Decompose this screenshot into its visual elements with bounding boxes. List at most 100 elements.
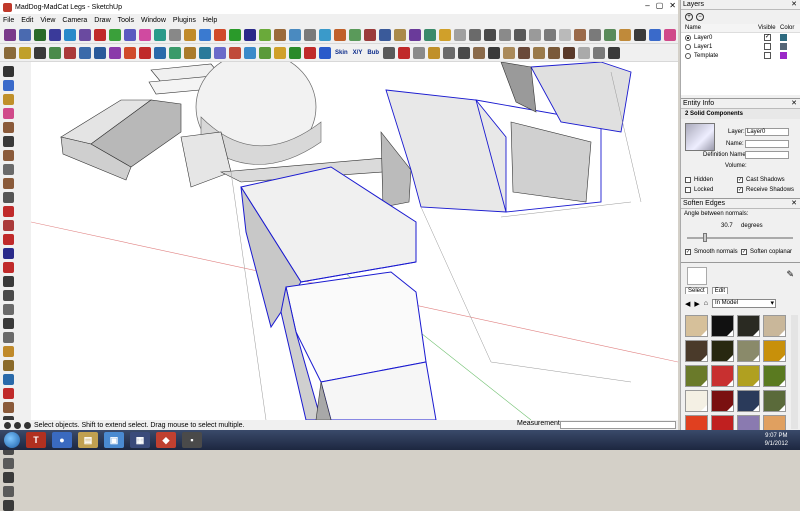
tools-on-surface-icon[interactable] [259, 46, 271, 59]
flowify-icon[interactable] [124, 46, 136, 59]
close-icon[interactable]: ✕ [669, 1, 676, 10]
taskbar-app-t[interactable]: T [26, 432, 46, 448]
calculator-icon[interactable]: ▦ [130, 432, 150, 448]
record-icon[interactable] [398, 46, 411, 59]
zoom-window-icon[interactable] [409, 28, 421, 41]
align-icon[interactable] [319, 46, 331, 59]
delete-layer-icon[interactable]: − [696, 13, 704, 21]
active-layer-radio[interactable] [685, 43, 691, 50]
circle-icon[interactable] [64, 28, 76, 41]
zoom-icon[interactable] [394, 28, 406, 41]
layer-row[interactable]: Template [681, 51, 800, 60]
cone-icon[interactable] [34, 46, 46, 59]
stretch-icon[interactable] [94, 46, 106, 59]
tape-tool-icon[interactable] [3, 290, 14, 301]
tape-icon[interactable] [199, 28, 211, 41]
protractor-icon[interactable] [289, 28, 301, 41]
solid-tool-icon[interactable] [383, 46, 396, 59]
mirror-icon[interactable] [304, 46, 316, 59]
warehouse-icon[interactable] [428, 46, 441, 59]
layer-name[interactable]: Layer1 [694, 44, 764, 50]
angle-slider-thumb[interactable] [703, 233, 707, 242]
polyline-icon[interactable] [154, 28, 166, 41]
layer-name[interactable]: Template [694, 53, 764, 59]
dimension-tool-icon[interactable] [3, 304, 14, 315]
pushpull-tool-icon[interactable] [3, 220, 14, 231]
active-layer-radio[interactable] [685, 52, 691, 59]
menu-edit[interactable]: Edit [21, 17, 33, 24]
extrude-icon[interactable] [169, 46, 181, 59]
move-icon[interactable] [229, 28, 241, 41]
smooth-normals-checkbox[interactable]: ✓ Smooth normals [685, 249, 738, 255]
paint-icon[interactable] [184, 28, 196, 41]
view-front-icon[interactable] [514, 28, 526, 41]
layer-visible-checkbox[interactable]: ✓ [764, 34, 771, 41]
offset-tool-icon[interactable] [3, 276, 14, 287]
start-button[interactable] [4, 432, 20, 448]
add-layer-icon[interactable]: + [685, 13, 693, 21]
print-icon[interactable] [469, 28, 481, 41]
material-swatch[interactable] [763, 315, 786, 337]
fredo-scale-icon[interactable] [199, 46, 211, 59]
name-field[interactable] [745, 140, 789, 148]
polygon-tool-icon[interactable] [3, 178, 14, 189]
subtract-icon[interactable] [578, 46, 591, 59]
smooth-normals-box[interactable]: ✓ [685, 249, 691, 255]
view-left-icon[interactable] [559, 28, 571, 41]
maximize-icon[interactable]: ▢ [656, 1, 664, 10]
look-around-icon[interactable] [3, 472, 14, 483]
textured-icon[interactable] [634, 28, 646, 41]
material-swatch[interactable] [737, 315, 760, 337]
position-camera-icon[interactable] [3, 458, 14, 469]
forward-arrow-icon[interactable]: ▶ [694, 300, 699, 308]
menu-plugins[interactable]: Plugins [173, 17, 196, 24]
hidden-line-icon[interactable] [604, 28, 616, 41]
layer-row[interactable]: Layer0 ✓ [681, 33, 800, 42]
split-icon[interactable] [608, 46, 621, 59]
scale-tool-icon[interactable] [3, 262, 14, 273]
material-swatch[interactable] [711, 315, 734, 337]
3d-viewport[interactable] [31, 62, 678, 420]
hidden-box[interactable] [685, 177, 691, 183]
freehand-tool-icon[interactable] [3, 192, 14, 203]
tab-select[interactable]: Select [685, 287, 708, 294]
material-swatch[interactable] [685, 315, 708, 337]
scale-icon[interactable] [274, 28, 286, 41]
model-canvas[interactable] [31, 62, 678, 420]
intersect-icon[interactable] [548, 46, 561, 59]
freehand-icon[interactable] [34, 28, 46, 41]
text-tool-icon[interactable] [3, 332, 14, 343]
minimize-icon[interactable]: – [645, 1, 649, 10]
catmull-icon[interactable] [139, 28, 151, 41]
followme-icon[interactable] [259, 28, 271, 41]
drape-icon[interactable] [488, 46, 501, 59]
menu-window[interactable]: Window [141, 17, 166, 24]
material-swatch[interactable] [737, 390, 760, 412]
paint-bucket-icon[interactable] [3, 94, 14, 105]
spline-icon[interactable] [124, 28, 136, 41]
entity-close-icon[interactable]: ✕ [791, 99, 797, 109]
section-plane-icon[interactable] [3, 500, 14, 511]
axes-icon[interactable] [304, 28, 316, 41]
twist-icon[interactable] [79, 46, 91, 59]
material-swatch[interactable] [685, 365, 708, 387]
zoom-tool-icon[interactable] [3, 402, 14, 413]
material-swatch[interactable] [763, 390, 786, 412]
polygon-icon[interactable] [49, 28, 61, 41]
locked-box[interactable] [685, 187, 691, 193]
shape-bender-icon[interactable] [184, 46, 196, 59]
locked-checkbox[interactable]: Locked [685, 187, 713, 193]
material-swatch[interactable] [711, 390, 734, 412]
material-swatch[interactable] [737, 365, 760, 387]
soften-close-icon[interactable]: ✕ [791, 199, 797, 209]
menu-file[interactable]: File [3, 17, 14, 24]
subdivide-icon[interactable] [244, 46, 256, 59]
skin-plugin-button[interactable]: Skin [334, 50, 349, 56]
material-swatch[interactable] [763, 365, 786, 387]
xray-icon[interactable] [574, 28, 586, 41]
menu-camera[interactable]: Camera [62, 17, 87, 24]
layer-name[interactable]: Layer0 [694, 35, 764, 41]
explorer-icon[interactable]: ▤ [78, 432, 98, 448]
menu-tools[interactable]: Tools [118, 17, 134, 24]
walk-icon[interactable] [3, 486, 14, 497]
